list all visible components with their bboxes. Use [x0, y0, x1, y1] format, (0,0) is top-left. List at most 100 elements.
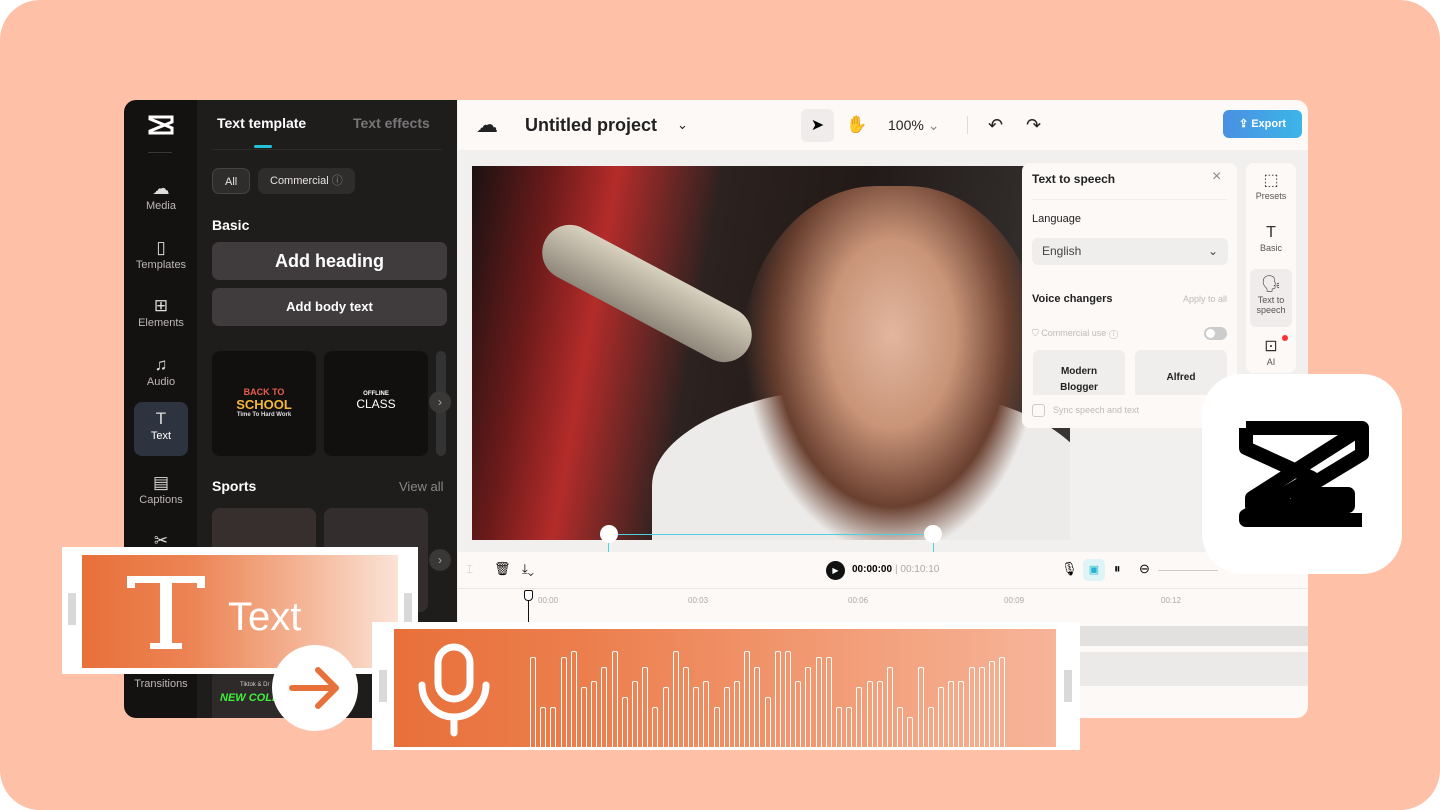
clip-handle-left[interactable]	[379, 670, 387, 702]
download-icon[interactable]: ⤓⌄	[522, 561, 534, 577]
divider	[212, 149, 442, 150]
capcut-logo-icon	[148, 115, 174, 135]
info-icon: ⓘ	[331, 175, 343, 187]
microphone-icon	[418, 643, 490, 737]
template-offline-class[interactable]: OFFLINE CLASS	[324, 351, 428, 456]
zoom-select[interactable]: 100% ⌄	[888, 100, 939, 150]
chip-commercial[interactable]: Commercial ⓘ	[258, 168, 355, 194]
photo-person	[742, 186, 1042, 540]
waveform-bar	[550, 707, 557, 747]
rail-item-elements[interactable]: ⊞ Elements	[134, 289, 188, 343]
waveform-bar	[938, 687, 944, 747]
resize-handle[interactable]	[600, 525, 618, 543]
waveform-bar	[672, 651, 679, 747]
waveform-bar	[652, 707, 659, 747]
voice-changers-label: Voice changers	[1032, 293, 1113, 305]
auto-snap-icon[interactable]: ▣	[1083, 559, 1105, 581]
photo-microphone	[532, 215, 762, 372]
ruler-line	[458, 588, 1308, 589]
export-button[interactable]: ⇪ Export	[1223, 110, 1302, 138]
tick-label: 00:00	[538, 596, 559, 605]
clip-handle-right[interactable]	[1064, 670, 1072, 702]
speaking-head-icon: 🗣	[1260, 276, 1282, 293]
waveform-bar	[907, 717, 914, 747]
waveform-bar	[530, 657, 536, 747]
tab-text-effects[interactable]: Text effects	[353, 115, 430, 131]
close-icon[interactable]: ×	[1212, 168, 1221, 186]
waveform-bar	[591, 681, 598, 747]
undo-icon[interactable]: ↶	[988, 100, 1003, 150]
divider	[967, 116, 968, 134]
waveform-bar	[703, 681, 710, 747]
arrow-right-badge	[272, 645, 358, 731]
rail-item-text[interactable]: T Text	[134, 402, 188, 456]
waveform-bar	[754, 667, 761, 747]
play-button[interactable]: ▶	[826, 561, 845, 580]
upload-icon: ⇪	[1238, 118, 1249, 130]
rail-item-media[interactable]: ☁ Media	[134, 172, 188, 226]
chevron-down-icon[interactable]: ⌄	[677, 100, 688, 150]
waveform-bar	[958, 681, 965, 747]
hand-tool-icon[interactable]: ✋	[846, 100, 867, 150]
waveform-bar	[948, 681, 955, 747]
clip-handle-left[interactable]	[68, 593, 76, 625]
language-select[interactable]: English ⌄	[1032, 238, 1228, 265]
add-body-text-button[interactable]: Add body text	[212, 288, 447, 326]
rail-item-transitions[interactable]: Transitions	[128, 677, 194, 693]
waveform-bar	[723, 687, 730, 747]
language-label: Language	[1032, 213, 1081, 225]
rail-presets[interactable]: ⬚ Presets	[1250, 165, 1292, 223]
split-screen-icon[interactable]: ⏸	[1114, 561, 1121, 577]
view-all-link[interactable]: View all	[399, 479, 444, 494]
scroll-right-button-2[interactable]: ›	[429, 549, 451, 571]
elements-icon: ⊞	[153, 296, 169, 315]
video-preview[interactable]	[472, 166, 1070, 540]
track-clip[interactable]	[1058, 626, 1308, 646]
template-back-to-school[interactable]: BACK TO SCHOOL Time To Hard Work	[212, 351, 316, 456]
chip-all[interactable]: All	[212, 168, 251, 194]
text-to-speech-panel: Text to speech × Language English ⌄ Voice…	[1022, 163, 1237, 428]
commercial-use-toggle[interactable]	[1204, 327, 1227, 340]
captions-icon: ▤	[152, 473, 170, 492]
rail-text-to-speech[interactable]: 🗣 Text to speech	[1250, 269, 1292, 327]
split-icon[interactable]: ⌶	[466, 562, 473, 577]
waveform-bar	[764, 697, 771, 747]
playhead-handle[interactable]	[524, 590, 533, 601]
waveform-bar	[815, 657, 822, 747]
waveform-bar	[887, 667, 893, 747]
track-clip[interactable]	[1058, 652, 1308, 686]
sync-checkbox[interactable]	[1032, 404, 1045, 417]
add-heading-button[interactable]: Add heading	[212, 242, 447, 280]
sports-heading: Sports	[212, 478, 257, 494]
tick-label: 00:12	[1161, 596, 1182, 605]
tab-text-template[interactable]: Text template	[217, 115, 306, 131]
right-rail: ⬚ Presets T Basic 🗣 Text to speech ⊡ AI	[1246, 163, 1296, 373]
resize-handle[interactable]	[924, 525, 942, 543]
scroll-right-button[interactable]: ›	[429, 391, 451, 413]
zoom-slider[interactable]	[1158, 570, 1218, 571]
top-bar: ☁ Untitled project ⌄ ➤ ✋ 100% ⌄ ↶ ↷ ⇪ Ex…	[458, 100, 1308, 150]
rail-item-audio[interactable]: ♫ Audio	[134, 348, 188, 402]
select-tool-button[interactable]: ➤	[801, 109, 834, 142]
waveform-bar	[825, 657, 832, 747]
notification-dot	[1282, 335, 1288, 341]
voice-modern-blogger[interactable]: Modern Blogger	[1033, 350, 1125, 400]
delete-icon[interactable]: 🗑	[494, 561, 511, 577]
waveform-bar	[642, 667, 649, 747]
zoom-out-icon[interactable]: ⊖	[1139, 561, 1150, 577]
waveform-bar	[774, 651, 781, 747]
tts-title: Text to speech	[1032, 172, 1116, 186]
audio-clip[interactable]	[394, 629, 1056, 747]
tick-label: 00:09	[1004, 596, 1025, 605]
rail-item-templates[interactable]: ▯ Templates	[134, 231, 188, 285]
waveform-bar	[927, 707, 934, 747]
project-title[interactable]: Untitled project	[525, 100, 657, 150]
apply-to-all-link[interactable]: Apply to all	[1183, 294, 1227, 304]
waveform-bar	[734, 681, 740, 747]
redo-icon[interactable]: ↷	[1026, 100, 1041, 150]
clip-handle-right[interactable]	[404, 593, 412, 625]
rail-item-captions[interactable]: ▤ Captions	[134, 466, 188, 520]
waveform-bar	[978, 667, 985, 747]
rail-basic[interactable]: T Basic	[1250, 217, 1292, 275]
microphone-icon[interactable]: 🎙	[1061, 561, 1078, 577]
